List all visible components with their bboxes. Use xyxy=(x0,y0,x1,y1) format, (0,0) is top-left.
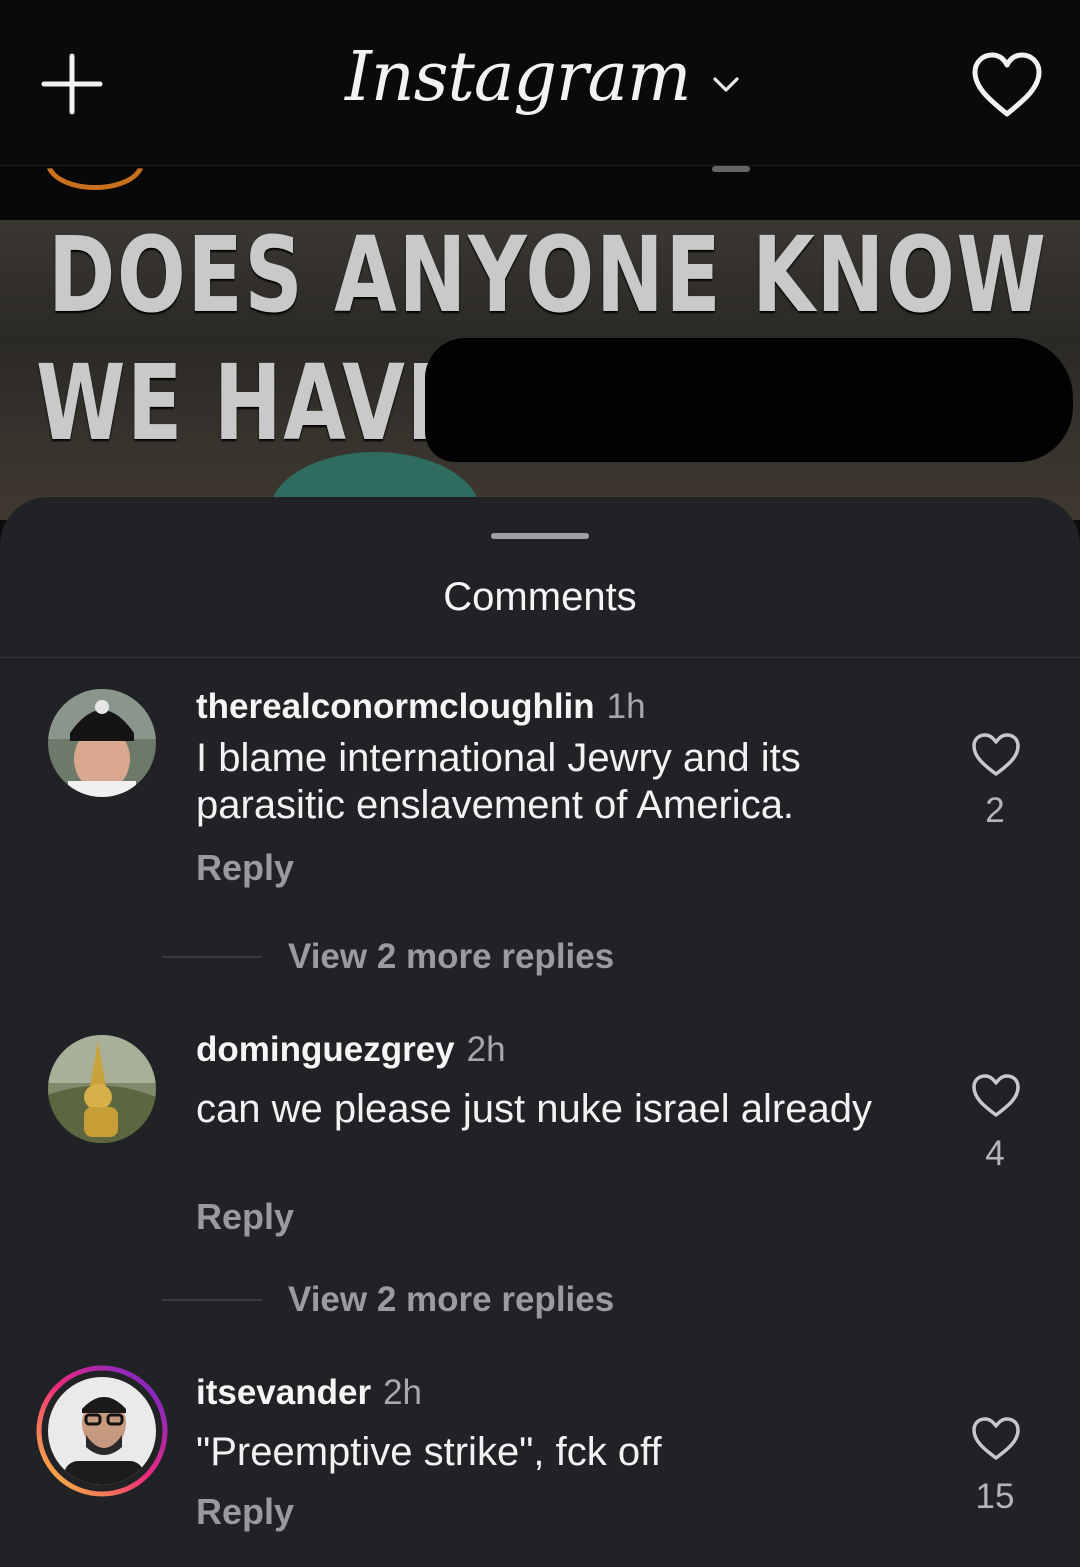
more-options-peek xyxy=(712,166,750,172)
sheet-title: Comments xyxy=(443,575,637,619)
timestamp: 2h xyxy=(466,1030,506,1069)
plus-icon[interactable] xyxy=(40,52,104,116)
username[interactable]: dominguezgrey xyxy=(196,1030,455,1069)
reply-button[interactable]: Reply xyxy=(196,1196,294,1238)
like-count: 15 xyxy=(975,1477,1015,1516)
heart-outline-icon[interactable] xyxy=(970,1415,1022,1463)
avatar-with-story-ring[interactable] xyxy=(36,1365,168,1497)
redaction-mark xyxy=(425,338,1073,462)
comment-text: I blame international Jewry and its para… xyxy=(196,736,801,827)
app-logo: Instagram xyxy=(345,38,691,117)
heart-outline-icon[interactable] xyxy=(970,1072,1022,1120)
drag-handle[interactable] xyxy=(491,533,589,539)
like-count: 2 xyxy=(985,791,1005,830)
comment-header: dominguezgrey 2h xyxy=(196,1030,506,1070)
reply-button[interactable]: Reply xyxy=(196,1491,294,1533)
divider xyxy=(0,657,1080,658)
post-caption-line-2: WE HAVE xyxy=(36,342,464,464)
thread-line xyxy=(162,1299,262,1301)
view-more-replies[interactable]: View 2 more replies xyxy=(162,1280,614,1320)
timestamp: 2h xyxy=(383,1373,423,1412)
timestamp: 1h xyxy=(606,687,646,726)
avatar[interactable] xyxy=(48,689,156,797)
post-header-strip xyxy=(0,166,1080,220)
comment-text: "Preemptive strike", fck off xyxy=(196,1430,662,1474)
story-ring-peek xyxy=(46,168,144,190)
view-more-replies-label: View 2 more replies xyxy=(288,937,615,976)
heart-icon[interactable] xyxy=(970,50,1044,120)
username[interactable]: therealconormcloughlin xyxy=(196,687,595,726)
chevron-down-icon xyxy=(713,77,740,92)
top-bar: Instagram xyxy=(0,0,1080,166)
view-more-replies[interactable]: View 2 more replies xyxy=(162,937,614,977)
comment-header: itsevander 2h xyxy=(196,1373,422,1413)
comment-text: can we please just nuke israel already xyxy=(196,1087,872,1131)
like-count: 4 xyxy=(985,1134,1005,1173)
post-caption-line-1: DOES ANYONE KNOW IF xyxy=(48,220,1080,336)
view-more-replies-label: View 2 more replies xyxy=(288,1280,615,1319)
username[interactable]: itsevander xyxy=(196,1373,371,1412)
comment-header: therealconormcloughlin 1h xyxy=(196,687,646,727)
post-image[interactable]: DOES ANYONE KNOW IF WE HAVE xyxy=(0,220,1080,520)
reply-button[interactable]: Reply xyxy=(196,847,294,889)
heart-outline-icon[interactable] xyxy=(970,731,1022,779)
feed-switcher[interactable]: Instagram xyxy=(345,18,740,138)
comments-sheet: Comments therealconormcloughlin 1h I blam… xyxy=(0,497,1080,1567)
avatar[interactable] xyxy=(48,1035,156,1143)
thread-line xyxy=(162,956,262,958)
